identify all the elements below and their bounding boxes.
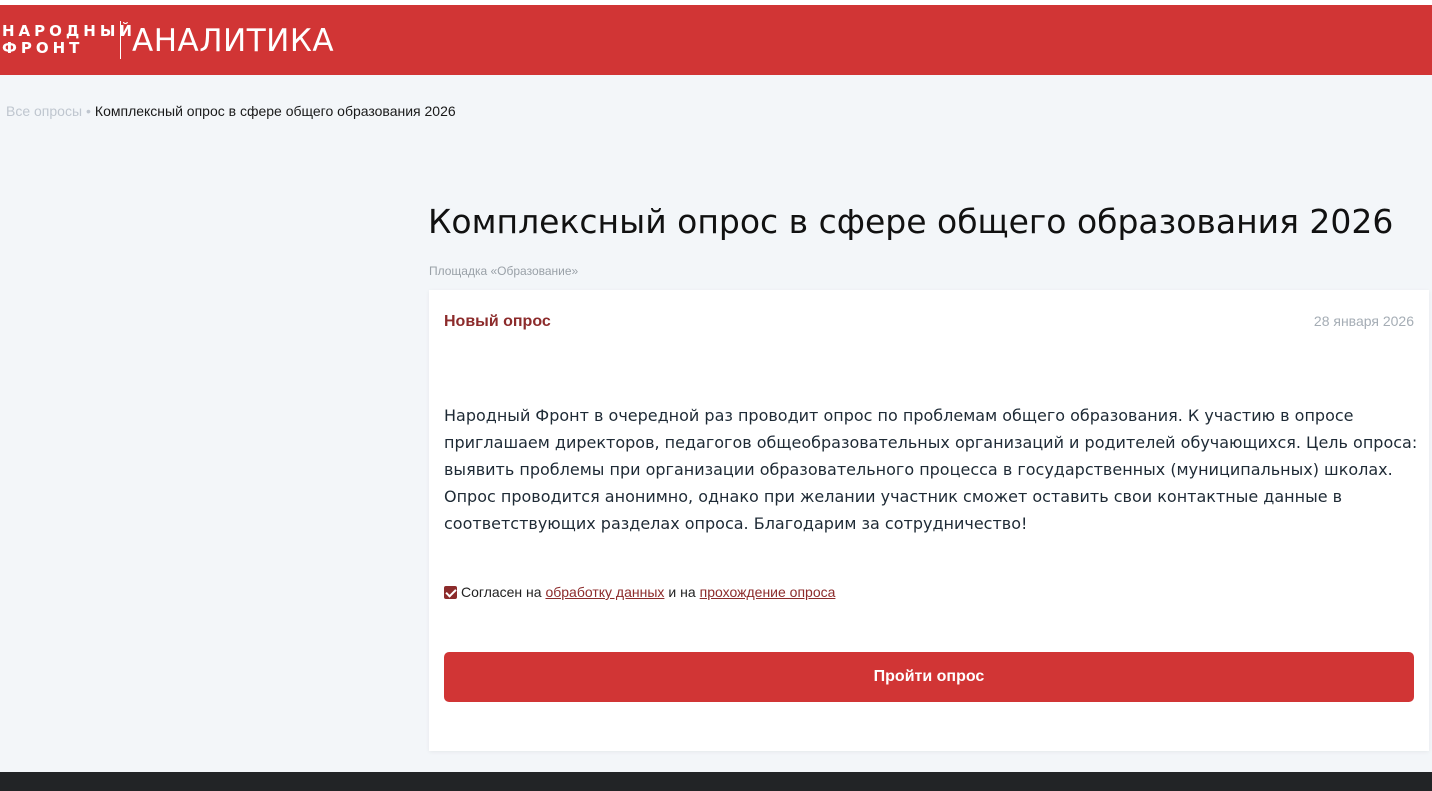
survey-description: Народный Фронт в очередной раз проводит … — [444, 406, 1418, 533]
breadcrumb: Все опросы • Комплексный опрос в сфере общ… — [6, 102, 456, 120]
page-title: Комплексный опрос в сфере общего образов… — [428, 202, 1394, 241]
consent-prefix: Согласен на — [461, 584, 542, 600]
breadcrumb-separator: • — [86, 103, 91, 119]
logo-line-2: ФРОНТ — [2, 39, 84, 57]
take-survey-button[interactable]: Пройти опрос — [444, 652, 1414, 702]
narodny-front-logo[interactable]: НАРОДНЫЙ ФРОНТ — [2, 23, 136, 57]
logo-line-1: НАРОДНЫЙ — [2, 22, 136, 40]
consent-checkbox[interactable] — [444, 585, 457, 599]
consent-row: Согласен на обработку данных и на прохожде… — [444, 584, 835, 600]
breadcrumb-all-surveys-link[interactable]: Все опросы — [6, 103, 82, 119]
new-survey-badge: Новый опрос — [444, 313, 551, 330]
site-footer — [0, 772, 1432, 791]
survey-date: 28 января 2026 — [1313, 313, 1414, 329]
section-title[interactable]: АНАЛИТИКА — [132, 22, 334, 60]
survey-card: Новый опрос 28 января 2026 Народный Фрон… — [429, 290, 1429, 751]
logo-divider — [120, 21, 121, 59]
consent-middle: и на — [668, 584, 696, 600]
site-header: НАРОДНЫЙ ФРОНТ АНАЛИТИКА — [0, 5, 1432, 75]
breadcrumb-current: Комплексный опрос в сфере общего образов… — [94, 103, 456, 119]
page-subtitle: Площадка «Образование» — [429, 264, 579, 278]
survey-terms-link[interactable]: прохождение опроса — [700, 584, 836, 600]
data-processing-link[interactable]: обработку данных — [545, 584, 664, 600]
